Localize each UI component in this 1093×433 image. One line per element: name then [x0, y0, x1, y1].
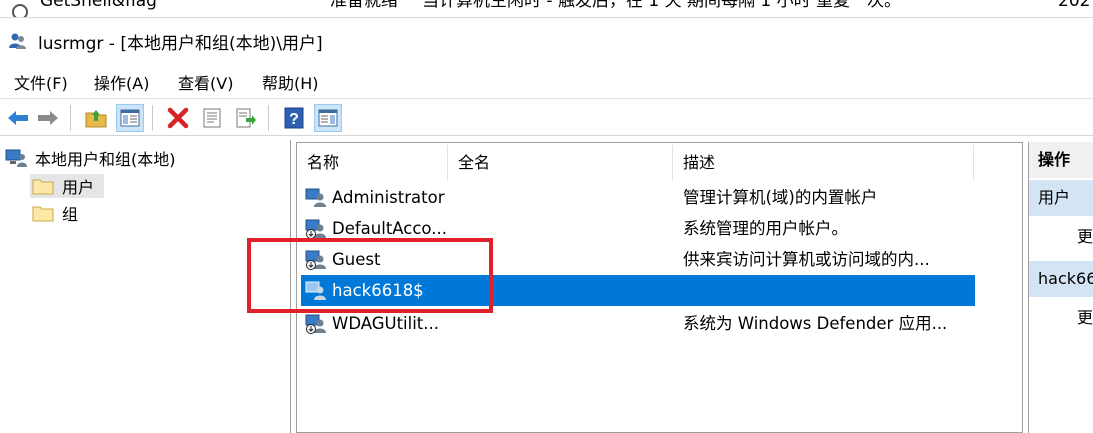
table-row[interactable]: Administrator 管理计算机(域)的内置帐户	[301, 182, 975, 213]
forward-arrow-icon[interactable]	[34, 104, 62, 132]
user-description	[683, 275, 973, 306]
menu-view[interactable]: 查看(V)	[176, 70, 235, 94]
user-name: Administrator	[332, 188, 445, 207]
task-status: 准备就绪	[330, 0, 398, 11]
table-row[interactable]: DefaultAcco... 系统管理的用户帐户。	[301, 213, 975, 244]
column-header-description[interactable]: 描述	[673, 143, 973, 183]
action-section-selected-user[interactable]: hack66	[1029, 261, 1093, 297]
user-name: WDAGUtilit...	[332, 314, 440, 333]
user-description: 系统管理的用户帐户。	[683, 219, 848, 238]
disabled-user-icon	[305, 219, 326, 239]
show-hide-action-pane-icon[interactable]	[314, 104, 342, 132]
tree-groups-label: 组	[62, 205, 79, 224]
task-icon	[12, 4, 28, 17]
user-icon	[305, 281, 326, 300]
menu-action[interactable]: 操作(A)	[92, 70, 151, 94]
user-name: hack6618$	[332, 281, 424, 300]
export-list-icon[interactable]	[232, 104, 260, 132]
toolbar: ?	[0, 98, 1093, 136]
up-folder-icon[interactable]	[82, 104, 110, 132]
user-name: Guest	[332, 250, 381, 269]
users-app-icon	[9, 33, 26, 49]
title-bar: lusrmgr - [本地用户和组(本地)\用户]	[0, 18, 1093, 64]
task-date: 202	[1058, 0, 1091, 11]
user-description: 管理计算机(域)的内置帐户	[683, 188, 878, 207]
table-row-selected[interactable]: hack6618$	[301, 275, 975, 306]
user-description: 系统为 Windows Defender 应用...	[683, 314, 948, 333]
menu-help[interactable]: 帮助(H)	[260, 70, 321, 94]
column-header-name[interactable]: 名称	[297, 143, 447, 183]
window-title: lusrmgr - [本地用户和组(本地)\用户]	[38, 34, 323, 54]
svg-text:?: ?	[289, 111, 299, 128]
action-pane: 操作 用户 更 hack66 更	[1028, 142, 1093, 433]
column-header-fullname[interactable]: 全名	[448, 143, 672, 183]
show-hide-tree-icon[interactable]	[116, 104, 144, 132]
disabled-user-icon	[305, 250, 326, 270]
menu-bar: 文件(F) 操作(A) 查看(V) 帮助(H)	[0, 64, 1093, 98]
tree-pane: 本地用户和组(本地) 用户 组	[0, 140, 291, 433]
user-list-pane: 名称 全名 描述 Administrator 管理计算机(域)的内置帐户 Def…	[296, 142, 1023, 433]
table-row[interactable]: WDAGUtilit... 系统为 Windows Defender 应用...	[301, 308, 975, 339]
user-description: 供来宾访问计算机或访问域的内...	[683, 250, 930, 269]
tree-root-label: 本地用户和组(本地)	[35, 150, 176, 169]
folder-icon	[32, 179, 54, 195]
tree-users-label: 用户	[62, 178, 95, 197]
back-arrow-icon[interactable]	[4, 104, 32, 132]
action-more-selected-user[interactable]: 更	[1077, 304, 1093, 328]
disabled-user-icon	[305, 314, 326, 334]
tree-item-groups[interactable]: 组	[30, 201, 78, 225]
delete-icon[interactable]	[164, 104, 192, 132]
task-name: GetShell&flag	[40, 0, 157, 11]
computer-users-icon	[5, 149, 27, 167]
user-name: DefaultAcco...	[332, 219, 447, 238]
menu-file[interactable]: 文件(F)	[12, 70, 70, 94]
user-icon	[305, 188, 326, 207]
folder-icon	[32, 206, 54, 222]
action-more-users[interactable]: 更	[1077, 223, 1093, 247]
tree-item-users[interactable]: 用户	[30, 174, 104, 198]
task-trigger: 当计算机空闲时 - 触发后，在 1 天 期间每隔 1 小时 重复一次。	[422, 0, 901, 11]
table-row[interactable]: Guest 供来宾访问计算机或访问域的内...	[301, 244, 975, 275]
tree-item-root[interactable]: 本地用户和组(本地)	[5, 146, 176, 170]
action-pane-header: 操作	[1029, 142, 1093, 178]
help-icon[interactable]: ?	[280, 104, 308, 132]
action-section-users[interactable]: 用户	[1029, 180, 1093, 216]
background-task-row: GetShell&flag 准备就绪 当计算机空闲时 - 触发后，在 1 天 期…	[0, 0, 1093, 18]
properties-icon[interactable]	[198, 104, 226, 132]
